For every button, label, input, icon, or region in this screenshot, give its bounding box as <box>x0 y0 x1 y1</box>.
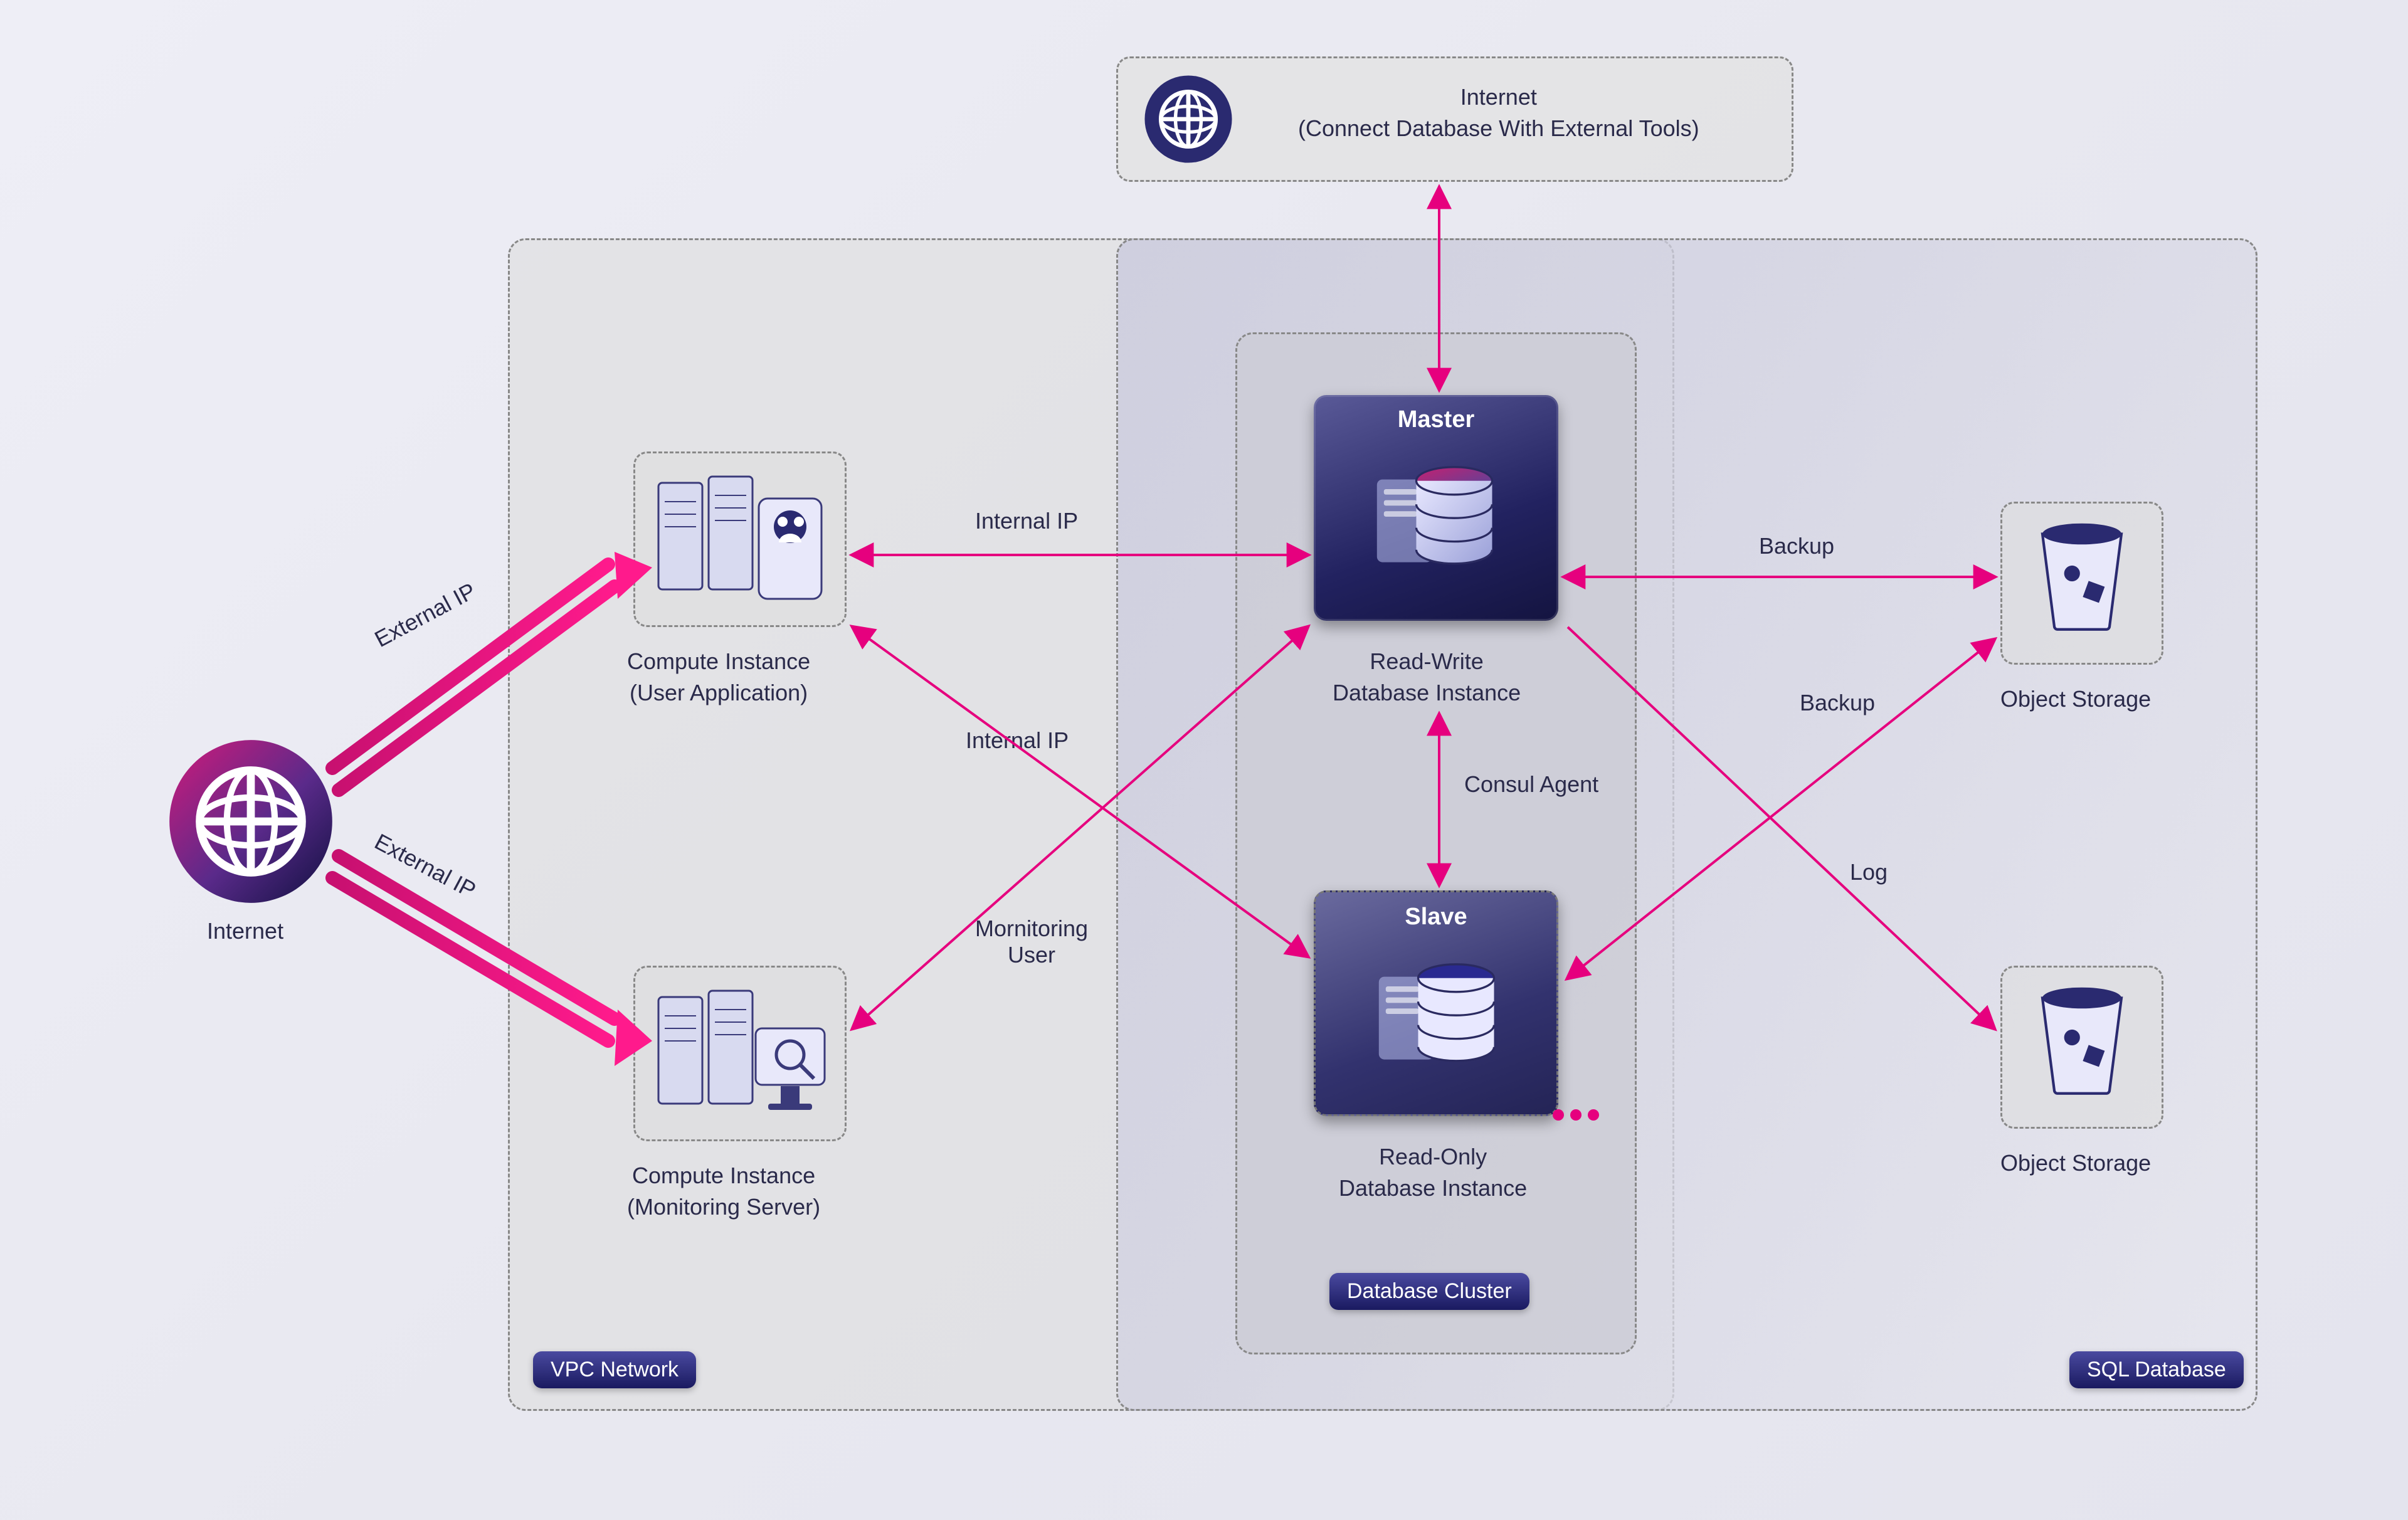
object-storage-bottom-caption: Object Storage <box>2000 1148 2151 1179</box>
compute-app-caption: Compute Instance (User Application) <box>627 646 810 709</box>
slave-title: Slave <box>1316 904 1556 931</box>
object-storage-top-caption: Object Storage <box>2000 683 2151 715</box>
sql-database-badge: SQL Database <box>2069 1351 2244 1388</box>
vpc-network-badge: VPC Network <box>533 1351 696 1388</box>
server-rack-monitor-icon <box>646 978 834 1129</box>
monitoring-user-label: Mornitoring User <box>975 916 1088 968</box>
internal-ip-label-2: Internal IP <box>966 727 1069 754</box>
internet-external-tools-caption: Internet (Connect Database With External… <box>1298 82 1699 145</box>
backup-label-1: Backup <box>1759 533 1834 559</box>
text: Compute Instance <box>627 646 810 677</box>
ellipsis-more-icon <box>1553 1109 1599 1121</box>
readonly-caption: Read-Only Database Instance <box>1339 1141 1527 1205</box>
internal-ip-label-1: Internal IP <box>975 508 1078 534</box>
log-label: Log <box>1850 859 1888 885</box>
database-icon <box>1373 952 1511 1090</box>
internet-caption: Internet <box>207 916 283 947</box>
text: Read-Write <box>1333 646 1521 677</box>
text: Internet <box>207 916 283 947</box>
storage-bucket-icon <box>2022 514 2141 646</box>
external-ip-label-2: External IP <box>370 828 480 904</box>
text: Database Instance <box>1333 677 1521 709</box>
external-ip-label-1: External IP <box>370 578 480 653</box>
text: Read-Only <box>1339 1141 1527 1173</box>
master-title: Master <box>1314 406 1558 433</box>
consul-agent-label: Consul Agent <box>1464 771 1598 798</box>
text: Database Instance <box>1339 1173 1527 1204</box>
globe-icon <box>163 734 339 909</box>
diagram-stage: Master Slave <box>0 0 2408 1520</box>
text: Compute Instance <box>627 1160 820 1191</box>
text: (User Application) <box>627 677 810 709</box>
text: Internet <box>1298 82 1699 113</box>
text: Object Storage <box>2000 1148 2151 1179</box>
storage-bucket-icon <box>2022 978 2141 1110</box>
text: Mornitoring <box>975 916 1088 942</box>
slave-db-panel: Slave <box>1314 890 1558 1116</box>
database-cluster-badge: Database Cluster <box>1329 1273 1529 1310</box>
text: (Connect Database With External Tools) <box>1298 113 1699 144</box>
master-db-panel: Master <box>1314 395 1558 621</box>
text: (Monitoring Server) <box>627 1191 820 1223</box>
text: User <box>975 942 1088 968</box>
text: Object Storage <box>2000 683 2151 715</box>
compute-mon-caption: Compute Instance (Monitoring Server) <box>627 1160 820 1223</box>
backup-label-2: Backup <box>1800 690 1875 716</box>
globe-icon <box>1141 72 1235 166</box>
server-rack-icon <box>646 464 834 615</box>
readwrite-caption: Read-Write Database Instance <box>1333 646 1521 709</box>
database-icon <box>1371 455 1509 593</box>
